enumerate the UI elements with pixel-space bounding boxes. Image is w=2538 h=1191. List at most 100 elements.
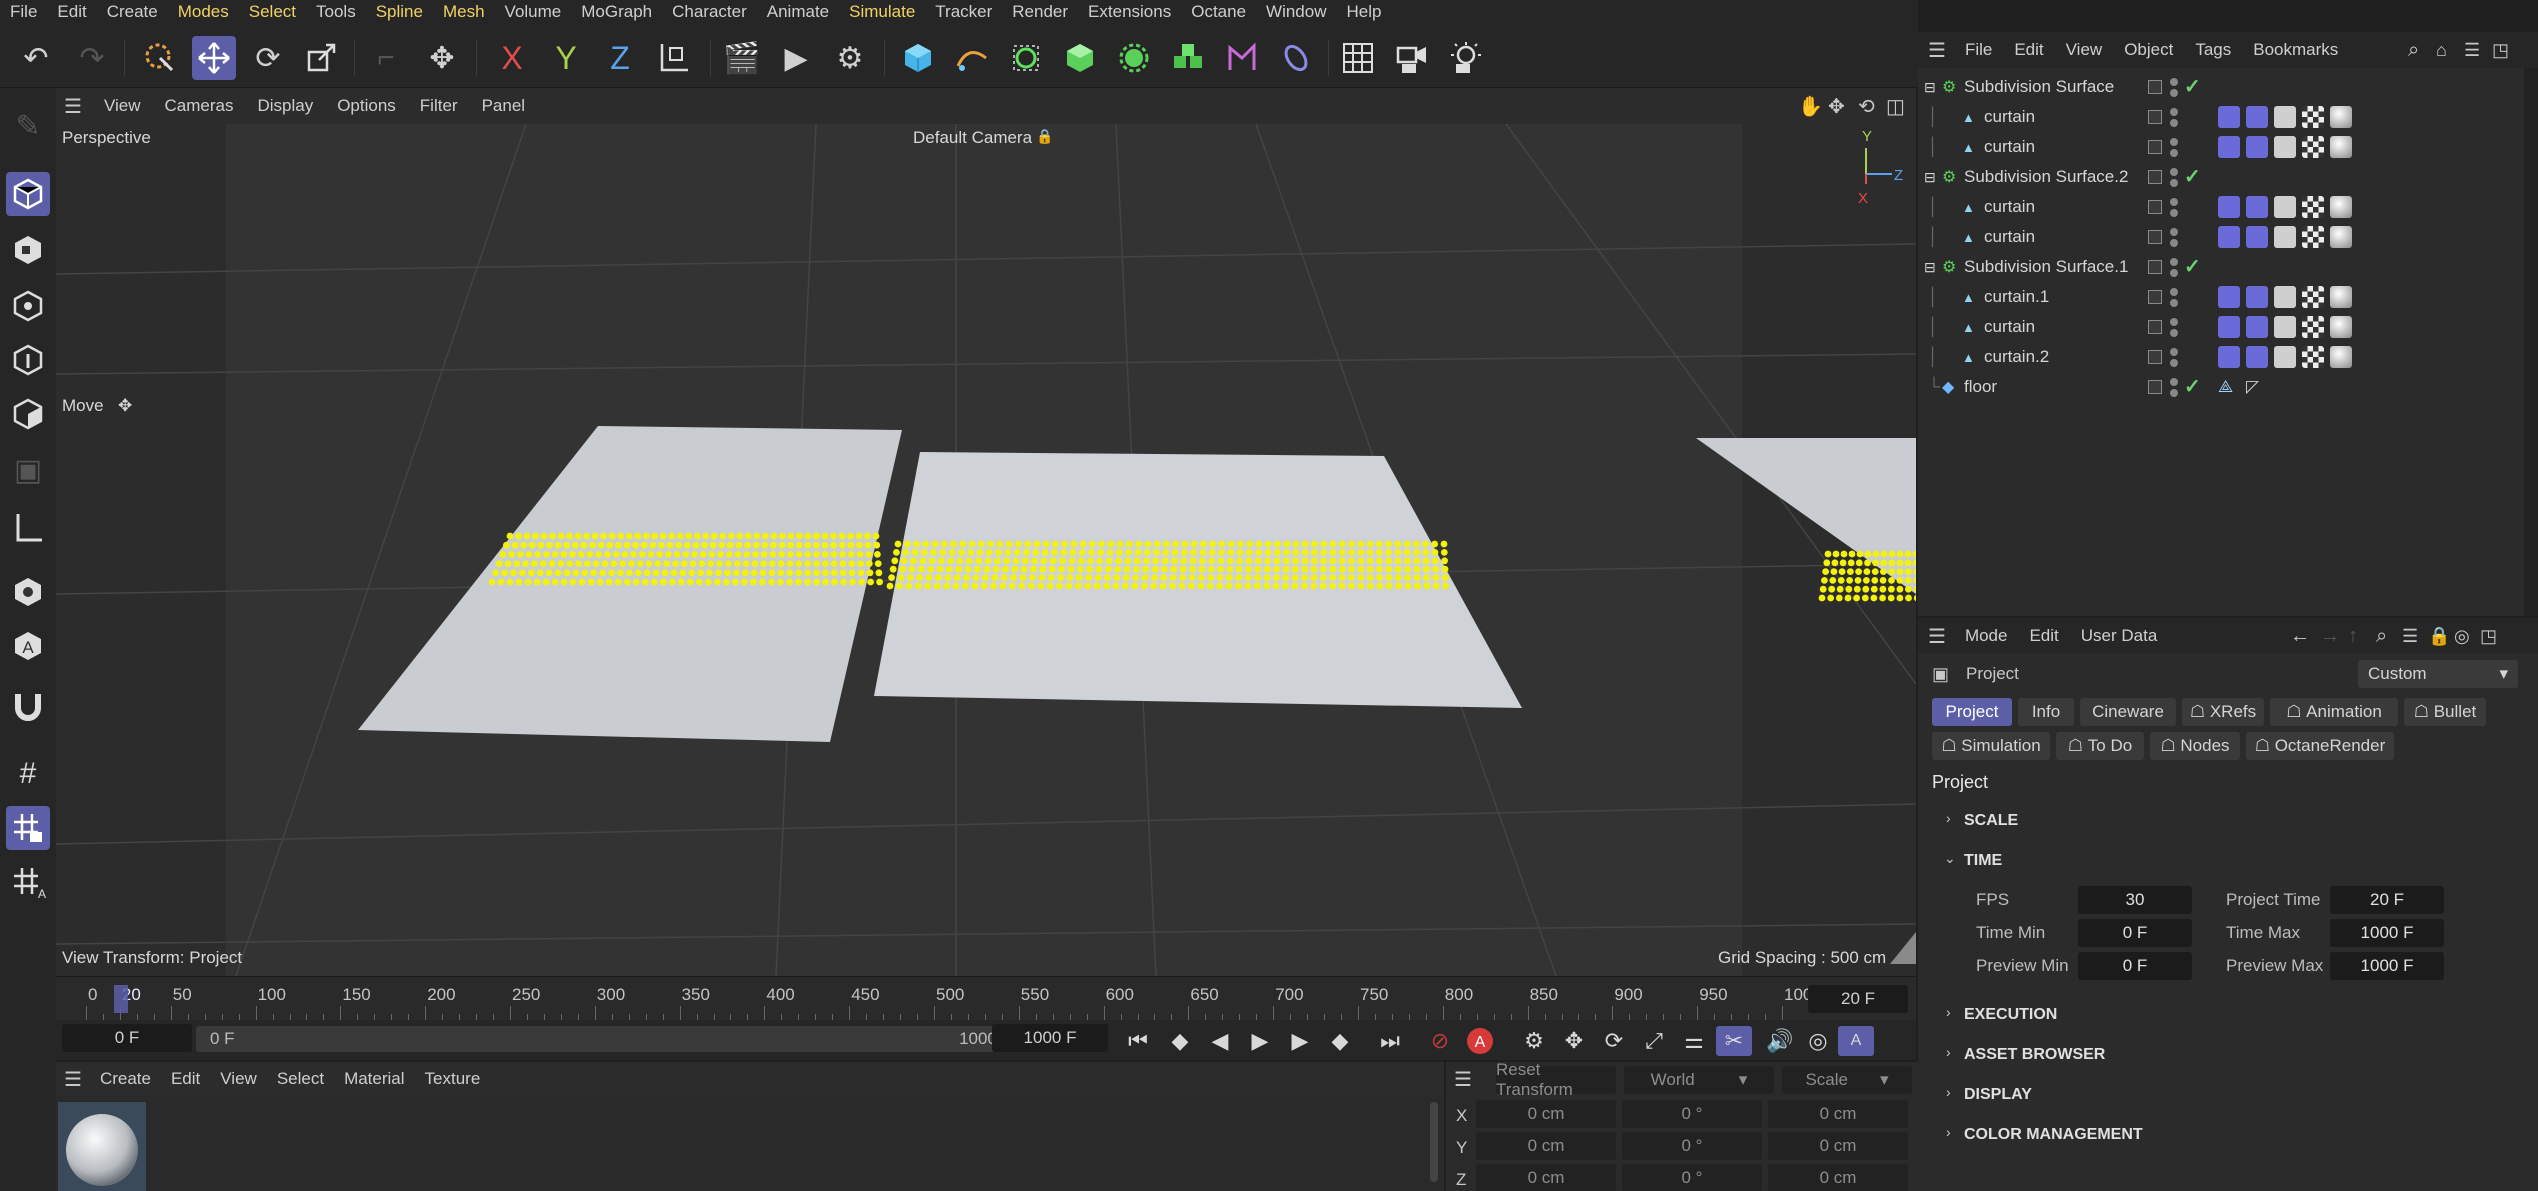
lock-icon[interactable]: 🔒 xyxy=(2428,626,2450,647)
layer-checkbox[interactable] xyxy=(2148,320,2162,334)
section-asset-browser[interactable]: ASSET BROWSER xyxy=(1964,1046,2105,1064)
layer-checkbox[interactable] xyxy=(2148,230,2162,244)
menu-edit[interactable]: Edit xyxy=(47,2,96,22)
object-name[interactable]: Subdivision Surface.2 xyxy=(1964,167,2128,187)
rotate-view-icon[interactable]: ⟲ xyxy=(1858,94,1875,119)
cloth-tag-icon[interactable] xyxy=(2246,136,2268,158)
editor-visibility-dot[interactable] xyxy=(2170,378,2178,386)
rot-y-field[interactable]: 0 ° xyxy=(1622,1132,1762,1160)
render-visibility-dot[interactable] xyxy=(2170,89,2178,97)
coordinate-space-select[interactable]: World ▾ xyxy=(1624,1066,1774,1094)
cloth-collider-tag-icon[interactable] xyxy=(2218,196,2240,218)
tab-simulation[interactable]: ☖ Simulation xyxy=(1932,732,2050,760)
render-visibility-dot[interactable] xyxy=(2170,299,2178,307)
object-name[interactable]: floor xyxy=(1964,377,1997,397)
menu-animate[interactable]: Animate xyxy=(757,2,839,22)
checker-tag-icon[interactable] xyxy=(2302,136,2324,158)
size-y-field[interactable]: 0 cm xyxy=(1768,1132,1908,1160)
selection-tag-icon[interactable]: ◸ xyxy=(2246,377,2259,397)
object-name[interactable]: Subdivision Surface.1 xyxy=(1964,257,2128,277)
selection-tag-icon[interactable] xyxy=(2274,196,2296,218)
render-visibility-dot[interactable] xyxy=(2170,359,2178,367)
hamburger-menu-icon[interactable]: ☰ xyxy=(1918,38,1954,63)
cloth-tag-icon[interactable] xyxy=(2246,196,2268,218)
snap-axis-icon[interactable]: A xyxy=(6,860,50,904)
hamburger-menu-icon[interactable]: ☰ xyxy=(56,1067,90,1092)
om-menu-edit[interactable]: Edit xyxy=(2003,40,2054,60)
field-icon[interactable] xyxy=(1274,36,1318,80)
checker-tag-icon[interactable] xyxy=(2302,346,2324,368)
menu-tracker[interactable]: Tracker xyxy=(925,2,1002,22)
menu-create[interactable]: Create xyxy=(97,2,168,22)
am-menu-mode[interactable]: Mode xyxy=(1954,626,2019,646)
project-time-field[interactable]: 20 F xyxy=(2330,886,2444,914)
render-visibility-dot[interactable] xyxy=(2170,269,2178,277)
new-window-icon[interactable]: ◳ xyxy=(2480,626,2497,647)
selection-tag-icon[interactable] xyxy=(2274,106,2296,128)
enabled-check-icon[interactable]: ✓ xyxy=(2184,164,2201,189)
chevron-right-icon[interactable]: › xyxy=(1946,1044,1951,1060)
checker-tag-icon[interactable] xyxy=(2302,106,2324,128)
material-tag-icon[interactable] xyxy=(2330,286,2352,308)
subdivision-icon[interactable] xyxy=(1004,36,1048,80)
checker-tag-icon[interactable] xyxy=(2302,226,2324,248)
key-position-icon[interactable]: ✥ xyxy=(1556,1026,1592,1056)
time-min-field[interactable]: 0 F xyxy=(2078,919,2192,947)
material-menu-view[interactable]: View xyxy=(210,1069,267,1089)
material-swatch[interactable] xyxy=(58,1102,146,1191)
viewport-menu-filter[interactable]: Filter xyxy=(408,96,470,116)
scale-tool-icon[interactable] xyxy=(300,36,344,80)
checker-tag-icon[interactable] xyxy=(2302,196,2324,218)
filter-icon[interactable]: ☰ xyxy=(2402,626,2418,647)
workplane-icon[interactable]: # xyxy=(6,752,50,796)
object-row[interactable]: │ ▲ curtain.2 xyxy=(1918,342,2524,372)
next-key-icon[interactable]: ◆ xyxy=(1322,1026,1358,1056)
enabled-check-icon[interactable]: ✓ xyxy=(2184,374,2201,399)
object-row[interactable]: │ ▲ curtain xyxy=(1918,192,2524,222)
render-settings-icon[interactable]: ⚙ xyxy=(828,36,872,80)
mograph-icon[interactable] xyxy=(1166,36,1210,80)
editor-visibility-dot[interactable] xyxy=(2170,108,2178,116)
key-pla-icon[interactable]: ✂ xyxy=(1716,1026,1752,1056)
timeline-ruler[interactable]: 0 20 50 100 150 200 250 300 350 400 450 500 550 600 65… xyxy=(56,976,1916,1020)
cloth-collider-tag-icon[interactable] xyxy=(2218,346,2240,368)
object-row[interactable]: ⊟ ⚙ Subdivision Surface.2 ✓ xyxy=(1918,162,2524,192)
menu-help[interactable]: Help xyxy=(1337,2,1392,22)
material-menu-create[interactable]: Create xyxy=(90,1069,161,1089)
layer-checkbox[interactable] xyxy=(2148,140,2162,154)
back-arrow-icon[interactable]: ← xyxy=(2290,625,2310,648)
enabled-check-icon[interactable]: ✓ xyxy=(2184,74,2201,99)
material-tag-icon[interactable] xyxy=(2330,106,2352,128)
live-selection-icon[interactable] xyxy=(138,36,182,80)
redo-icon[interactable]: ↷ xyxy=(70,36,114,80)
layer-checkbox[interactable] xyxy=(2148,380,2162,394)
chevron-right-icon[interactable]: › xyxy=(1946,810,1951,826)
render-region-icon[interactable]: 🎬 xyxy=(720,36,764,80)
om-scrollbar[interactable] xyxy=(2524,68,2538,616)
chevron-down-icon[interactable]: ⌄ xyxy=(1944,850,1956,867)
layer-checkbox[interactable] xyxy=(2148,200,2162,214)
object-row[interactable]: │ ▲ curtain xyxy=(1918,132,2524,162)
reset-transform-button[interactable]: Reset Transform xyxy=(1496,1060,1616,1099)
menu-extensions[interactable]: Extensions xyxy=(1078,2,1181,22)
selection-tag-icon[interactable] xyxy=(2274,226,2296,248)
make-editable-icon[interactable]: ✎ xyxy=(6,104,50,148)
object-row[interactable]: │ ▲ curtain xyxy=(1918,102,2524,132)
material-tag-icon[interactable] xyxy=(2330,136,2352,158)
material-menu-material[interactable]: Material xyxy=(334,1069,414,1089)
pos-z-field[interactable]: 0 cm xyxy=(1476,1164,1616,1191)
material-scrollbar[interactable] xyxy=(1430,1102,1438,1182)
record-icon[interactable]: ⊘ xyxy=(1422,1026,1458,1056)
uv-mode-icon[interactable]: ▣ xyxy=(6,448,50,492)
onion-skin-icon[interactable]: ◎ xyxy=(1800,1026,1836,1056)
object-row[interactable]: ⊟ ⚙ Subdivision Surface ✓ xyxy=(1918,72,2524,102)
preview-max-field[interactable]: 1000 F xyxy=(2330,952,2444,980)
light-icon[interactable] xyxy=(1444,36,1488,80)
material-tag-icon[interactable] xyxy=(2330,226,2352,248)
editor-visibility-dot[interactable] xyxy=(2170,228,2178,236)
object-row[interactable]: ⊟ ⚙ Subdivision Surface.1 ✓ xyxy=(1918,252,2524,282)
axis-mode-icon[interactable] xyxy=(6,506,50,550)
section-color-management[interactable]: COLOR MANAGEMENT xyxy=(1964,1126,2143,1144)
hamburger-menu-icon[interactable]: ☰ xyxy=(56,94,92,119)
expand-toggle-icon[interactable]: ⊟ xyxy=(1924,259,1936,276)
